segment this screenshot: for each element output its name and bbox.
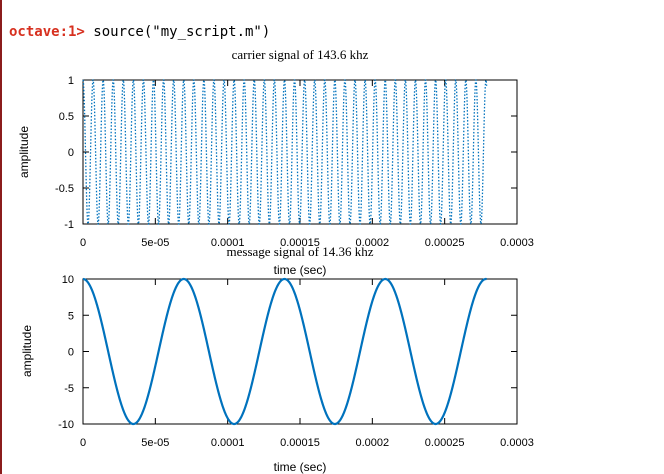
xtick-label: 0.00025 [425, 437, 465, 449]
carrier-ylabel: amplitude [17, 126, 31, 178]
message-plot: 10 5 0 -5 -10 0 5e-05 0.0001 0.00015 0.0002 0.000… [58, 274, 534, 449]
carrier-plot-title: carrier signal of 143.6 khz [232, 47, 369, 62]
message-yticks: 10 5 0 -5 -10 [58, 274, 517, 431]
message-plot-title: message signal of 14.36 khz [227, 244, 374, 259]
message-ylabel: amplitude [20, 325, 34, 377]
carrier-signal-line [82, 79, 488, 225]
xtick-label: 0 [80, 237, 86, 249]
xtick-label: 0.00015 [280, 437, 320, 449]
xtick-label: 5e-05 [141, 237, 169, 249]
xtick-label: 5e-05 [141, 437, 169, 449]
ytick-label: -0.5 [55, 183, 74, 195]
ytick-label: 0.5 [59, 111, 74, 123]
xtick-label: 0 [80, 437, 86, 449]
message-xlabel: time (sec) [274, 460, 327, 474]
xtick-label: 0.0003 [500, 437, 534, 449]
xtick-label: 0.0001 [211, 437, 245, 449]
ytick-label: -10 [58, 419, 74, 431]
ytick-label: 1 [68, 75, 74, 87]
ytick-label: -5 [64, 383, 74, 395]
carrier-xlabel: time (sec) [274, 263, 327, 277]
xtick-label: 0.0002 [356, 437, 390, 449]
carrier-plot: 10.50-0.5-1 0 5e-05 0.0001 0.00015 0.0002 0.0… [55, 75, 534, 249]
message-plot-frame [82, 278, 518, 425]
ytick-label: -1 [64, 219, 74, 231]
xtick-label: 0.00025 [425, 237, 465, 249]
ytick-label: 0 [68, 147, 74, 159]
ytick-label: 5 [68, 310, 74, 322]
message-signal-line [82, 277, 487, 426]
octave-figure: carrier signal of 143.6 khz 10.50-0.5-1 … [17, 47, 534, 474]
xtick-label: 0.0003 [500, 237, 534, 249]
ytick-label: 10 [62, 274, 74, 286]
ytick-label: 0 [68, 347, 74, 359]
